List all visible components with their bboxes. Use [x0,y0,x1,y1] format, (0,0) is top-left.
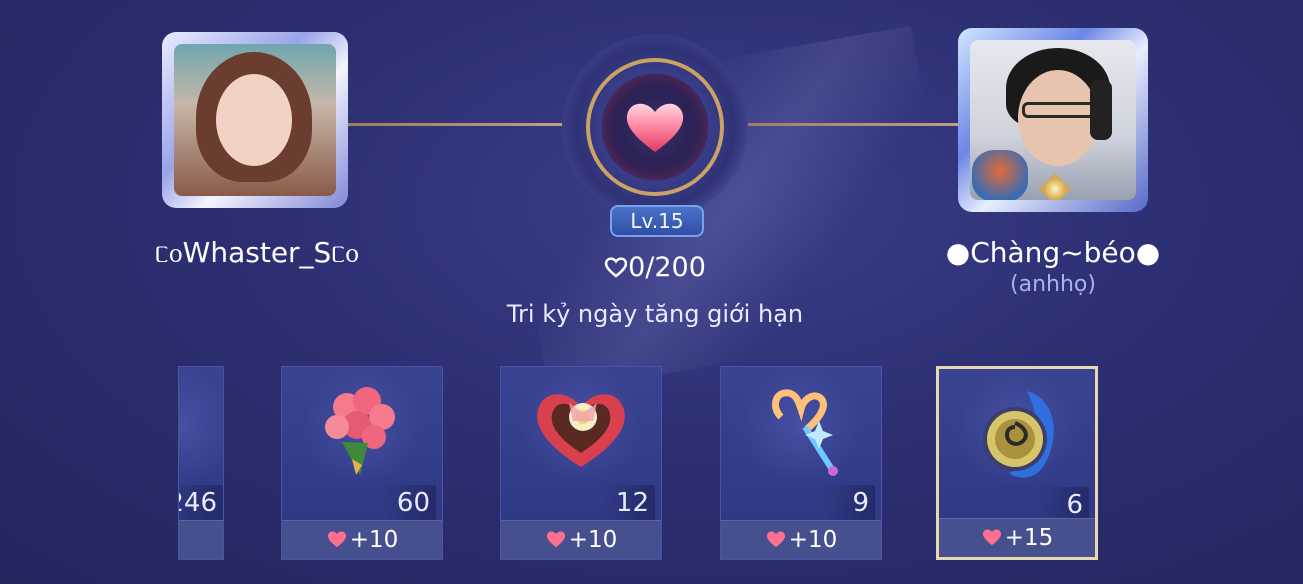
gift-count: 12 [601,485,655,521]
right-player-nickname: (anhhọ) [1010,272,1096,297]
link-line-left [346,123,562,126]
gem-icon [1039,173,1071,200]
right-avatar [970,40,1136,200]
gift-count: 9 [821,485,875,521]
gift-bonus [179,520,223,559]
gift-count: 60 [382,485,436,521]
gift-bonus: +10 [721,520,881,559]
left-avatar-frame[interactable] [162,32,348,208]
mascot-icon [972,150,1028,200]
intimacy-points-value: 0/200 [628,252,706,283]
gift-bonus-value: +15 [1004,525,1054,551]
left-player-name: ᥴ᧐Whaster_Sᥴ᧐ [154,236,360,269]
heart-icon [766,531,785,548]
heart-icon [546,531,565,548]
gift-bonus: +15 [939,518,1095,557]
gift-card-heart-wand[interactable]: 9 +10 [720,366,882,560]
heart-icon [982,529,1001,546]
gift-card-chocolate-box[interactable]: 12 +10 [500,366,662,560]
gift-bonus-value: +10 [349,527,399,553]
right-avatar-frame[interactable] [958,28,1148,212]
gift-card-rose-bouquet[interactable]: 60 +10 [281,366,443,560]
headset-icon [1090,80,1112,140]
intimacy-points: 0/200 [560,252,750,283]
heart-outline-icon [604,257,628,278]
gift-card-partial[interactable]: 246 [178,366,224,560]
gift-bonus: +10 [501,520,661,559]
avatar-face [216,74,292,166]
gift-bonus-value: +10 [568,527,618,553]
rose-icon [179,367,223,487]
heart-chocolate-box-icon [521,367,641,487]
right-player-name: ●Chàng~béo● [945,236,1161,269]
avatar-face [1018,70,1098,166]
level-badge: Lv.15 [610,205,704,237]
daily-limit-text: Tri kỷ ngày tăng giới hạn [506,300,804,328]
gift-card-blue-medallion[interactable]: 6 +15 [936,366,1098,560]
heart-icon [327,531,346,548]
gift-count: 246 [179,485,223,521]
left-avatar [174,44,336,196]
rose-bouquet-icon [302,367,422,487]
link-line-right [748,123,960,126]
heart-icon[interactable] [620,92,690,162]
heart-wand-icon [741,367,861,487]
glasses-icon [1022,102,1096,118]
gift-bonus: +10 [282,520,442,559]
blue-medallion-icon [957,369,1077,489]
gift-bonus-value: +10 [788,527,838,553]
